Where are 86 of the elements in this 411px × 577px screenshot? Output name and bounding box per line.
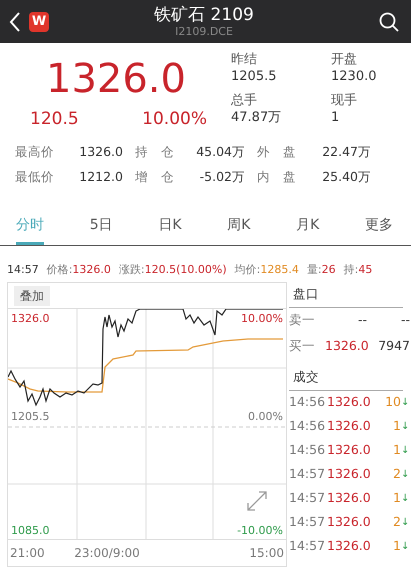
trade-time: 14:57 bbox=[289, 489, 326, 508]
logo-icon: W bbox=[29, 12, 49, 32]
book-label: 买一 bbox=[289, 337, 316, 356]
page-title: 铁矿石 2109 bbox=[154, 4, 254, 24]
stat-value: 1205.5 bbox=[231, 68, 278, 85]
trade-price: 1326.0 bbox=[327, 537, 372, 556]
stat-label: 总手 bbox=[231, 92, 258, 109]
trade-volume: 1 bbox=[392, 489, 401, 508]
stat-label: 最低价 bbox=[15, 168, 55, 186]
down-arrow-icon: ↓ bbox=[401, 515, 410, 530]
time-axis-label: 21:00 bbox=[10, 545, 45, 562]
trade-price: 1326.0 bbox=[327, 513, 372, 532]
stat-value: 1212.0 bbox=[78, 168, 123, 186]
chart-tab[interactable]: 5日 bbox=[90, 210, 113, 244]
stat-label: 内 盘 bbox=[257, 168, 297, 186]
axis-label: 10.00% bbox=[241, 313, 283, 325]
stat-value: 1230.0 bbox=[331, 68, 378, 85]
search-icon[interactable] bbox=[379, 12, 399, 32]
book-price: -- bbox=[356, 311, 367, 330]
trade-time: 14:57 bbox=[289, 465, 326, 484]
stat-label: 外 盘 bbox=[257, 142, 297, 160]
trade-volume: 2 bbox=[392, 465, 401, 484]
percent-change: 10.00% bbox=[142, 108, 207, 131]
trade-time: 14:56 bbox=[289, 441, 326, 460]
stat-label: 现手 bbox=[331, 92, 358, 109]
down-arrow-icon: ↓ bbox=[401, 395, 410, 410]
last-price: 1326.0 bbox=[46, 57, 187, 101]
trade-volume: 1 bbox=[392, 537, 401, 556]
back-icon[interactable] bbox=[9, 12, 21, 32]
trade-volume: 2 bbox=[392, 513, 401, 532]
chart-tab[interactable]: 日K bbox=[158, 210, 182, 244]
time-axis-label: 15:00 bbox=[249, 545, 284, 562]
trade-time: 14:57 bbox=[289, 537, 326, 556]
stat-value: -5.02万 bbox=[198, 168, 245, 186]
stat-label: 持 仓 bbox=[135, 142, 175, 160]
axis-label: 1085.0 bbox=[11, 525, 50, 537]
book-price: 1326.0 bbox=[325, 337, 367, 356]
stat-value: 1 bbox=[331, 108, 340, 126]
trade-price: 1326.0 bbox=[327, 465, 372, 484]
trade-time: 14:56 bbox=[289, 393, 326, 412]
stat-value: 45.04万 bbox=[195, 142, 245, 160]
info-item: 价格:1326.0 bbox=[46, 262, 111, 278]
book-label: 卖一 bbox=[289, 311, 316, 330]
info-item: 涨跌:120.5(10.00%) bbox=[118, 262, 227, 278]
trade-volume: 1 bbox=[392, 417, 401, 436]
down-arrow-icon: ↓ bbox=[401, 491, 410, 506]
axis-label: 1205.5 bbox=[11, 411, 50, 423]
axis-label: 0.00% bbox=[248, 411, 283, 423]
trade-volume: 1 bbox=[392, 441, 401, 460]
trade-price: 1326.0 bbox=[327, 417, 372, 436]
info-item: 量:26 bbox=[306, 262, 336, 278]
stat-value: 47.87万 bbox=[231, 108, 282, 126]
stat-label: 开盘 bbox=[331, 51, 358, 68]
trade-time: 14:57 bbox=[289, 513, 326, 532]
trade-price: 1326.0 bbox=[327, 393, 372, 412]
down-arrow-icon: ↓ bbox=[401, 419, 410, 434]
book-volume: 7947 bbox=[377, 337, 410, 356]
chart-tab[interactable]: 更多 bbox=[365, 210, 393, 244]
stat-value: 22.47万 bbox=[321, 142, 371, 160]
axis-label: -10.00% bbox=[237, 525, 283, 537]
stat-label: 昨结 bbox=[231, 51, 258, 68]
trade-price: 1326.0 bbox=[327, 441, 372, 460]
contract-code: I2109.DCE bbox=[175, 24, 233, 38]
down-arrow-icon: ↓ bbox=[401, 467, 410, 482]
stat-value: 1326.0 bbox=[78, 142, 123, 160]
section-title: 成交 bbox=[293, 368, 319, 384]
expand-icon[interactable] bbox=[246, 490, 268, 512]
overlay-button[interactable]: 叠加 bbox=[14, 286, 50, 306]
chart-tab[interactable]: 月K bbox=[296, 210, 320, 244]
down-arrow-icon: ↓ bbox=[401, 443, 410, 458]
info-item: 持:45 bbox=[344, 262, 372, 278]
book-volume: -- bbox=[400, 311, 410, 330]
axis-label: 1326.0 bbox=[11, 313, 50, 325]
stat-label: 增 仓 bbox=[135, 168, 175, 186]
trade-time: 14:56 bbox=[289, 417, 326, 436]
price-change: 120.5 bbox=[30, 108, 79, 131]
time-label: 14:57 bbox=[7, 262, 39, 278]
info-item: 均价:1285.4 bbox=[234, 262, 299, 278]
trade-price: 1326.0 bbox=[327, 489, 372, 508]
stat-label: 最高价 bbox=[15, 142, 55, 160]
time-axis-label: 23:00/9:00 bbox=[74, 545, 140, 562]
down-arrow-icon: ↓ bbox=[401, 539, 410, 554]
chart-tab[interactable]: 周K bbox=[227, 210, 250, 244]
trade-volume: 10 bbox=[385, 393, 401, 412]
stat-value: 25.40万 bbox=[321, 168, 371, 186]
section-title: 盘口 bbox=[293, 286, 319, 301]
